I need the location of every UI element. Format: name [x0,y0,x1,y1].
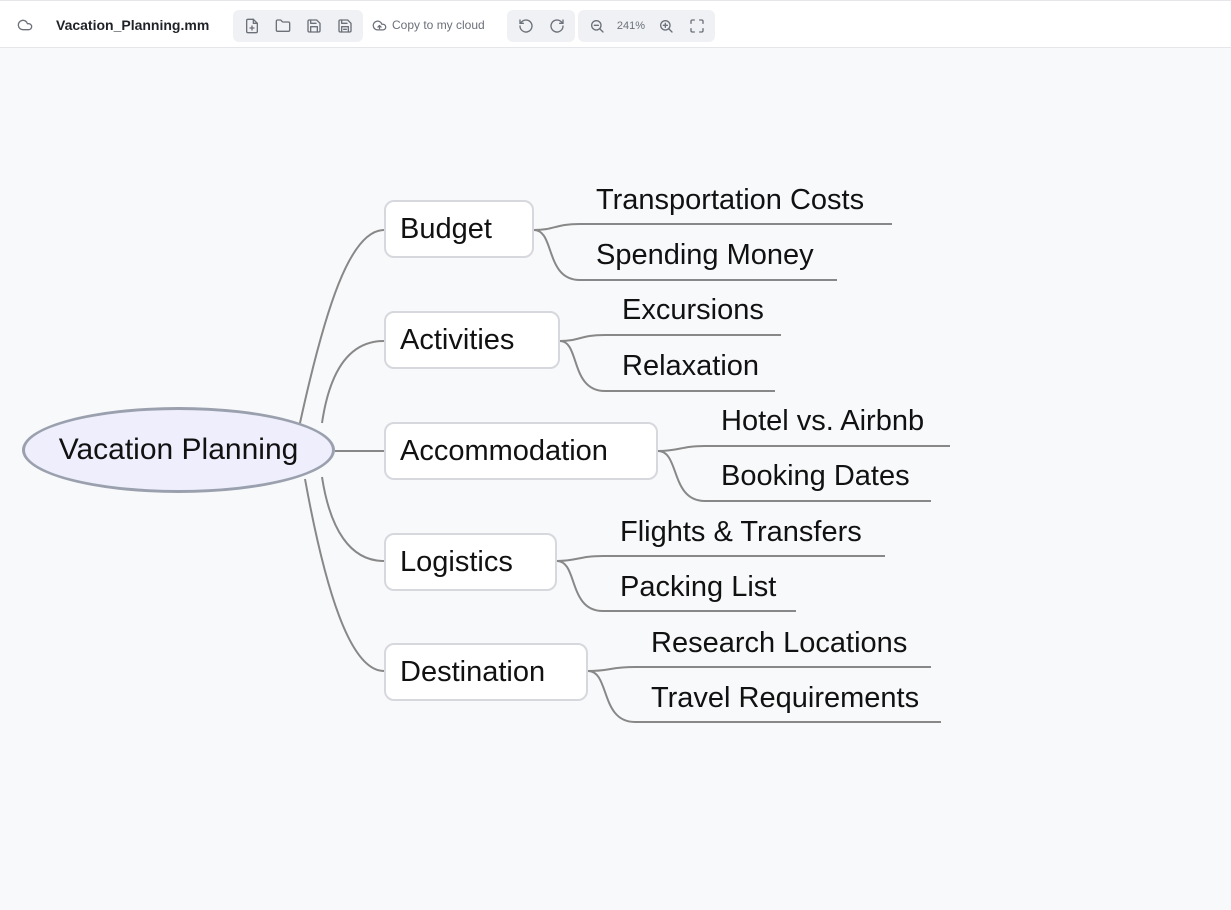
link-destination-research [587,666,931,672]
link-root-budget [299,229,385,424]
leaf-node-flights-transfers[interactable]: Flights & Transfers [620,515,862,549]
save-as-icon [337,18,353,34]
toolbar: Vacation_Planning.mm Copy to my cloud 24… [0,0,1231,48]
leaf-node-spending-money[interactable]: Spending Money [596,238,814,272]
link-logistics-flights [556,555,885,562]
copy-to-cloud-label: Copy to my cloud [392,18,485,32]
branch-node-budget[interactable]: Budget [384,200,534,258]
link-root-logistics [321,476,385,562]
leaf-node-transportation-costs[interactable]: Transportation Costs [596,183,864,217]
leaf-node-booking-dates[interactable]: Booking Dates [721,459,910,493]
folder-open-icon [275,18,291,34]
copy-to-cloud-button[interactable]: Copy to my cloud [372,15,485,35]
link-root-destination [304,478,385,672]
file-name: Vacation_Planning.mm [56,17,210,33]
save-button[interactable] [300,12,328,40]
leaf-node-research-locations[interactable]: Research Locations [651,626,907,660]
mindmap-canvas[interactable]: Vacation Planning Budget Activities Acco… [0,49,1231,910]
zoom-in-button[interactable] [652,12,680,40]
zoom-out-icon [589,18,605,34]
file-actions-group [233,10,363,42]
leaf-node-relaxation[interactable]: Relaxation [622,349,759,383]
link-accommodation-hotel [657,445,950,452]
new-file-icon [244,18,260,34]
history-group [507,10,575,42]
fullscreen-button[interactable] [683,12,711,40]
link-root-activities [321,340,385,424]
zoom-group: 241% [578,10,715,42]
cloud-icon[interactable] [14,14,36,36]
zoom-level: 241% [616,20,646,32]
leaf-node-packing-list[interactable]: Packing List [620,570,776,604]
undo-button[interactable] [512,12,540,40]
save-as-button[interactable] [331,12,359,40]
open-file-button[interactable] [269,12,297,40]
cloud-upload-icon [372,18,387,33]
link-budget-transportation [533,223,892,231]
leaf-node-travel-requirements[interactable]: Travel Requirements [651,681,919,715]
root-node[interactable]: Vacation Planning [22,407,335,493]
redo-button[interactable] [543,12,571,40]
zoom-out-button[interactable] [583,12,611,40]
link-activities-excursions [559,334,781,342]
leaf-node-excursions[interactable]: Excursions [622,293,764,327]
branch-node-destination[interactable]: Destination [384,643,588,701]
undo-icon [518,18,534,34]
save-icon [306,18,322,34]
fullscreen-icon [689,18,705,34]
branch-node-activities[interactable]: Activities [384,311,560,369]
branch-node-logistics[interactable]: Logistics [384,533,557,591]
leaf-node-hotel-vs-airbnb[interactable]: Hotel vs. Airbnb [721,404,924,438]
new-file-button[interactable] [238,12,266,40]
branch-node-accommodation[interactable]: Accommodation [384,422,658,480]
redo-icon [549,18,565,34]
zoom-in-icon [658,18,674,34]
